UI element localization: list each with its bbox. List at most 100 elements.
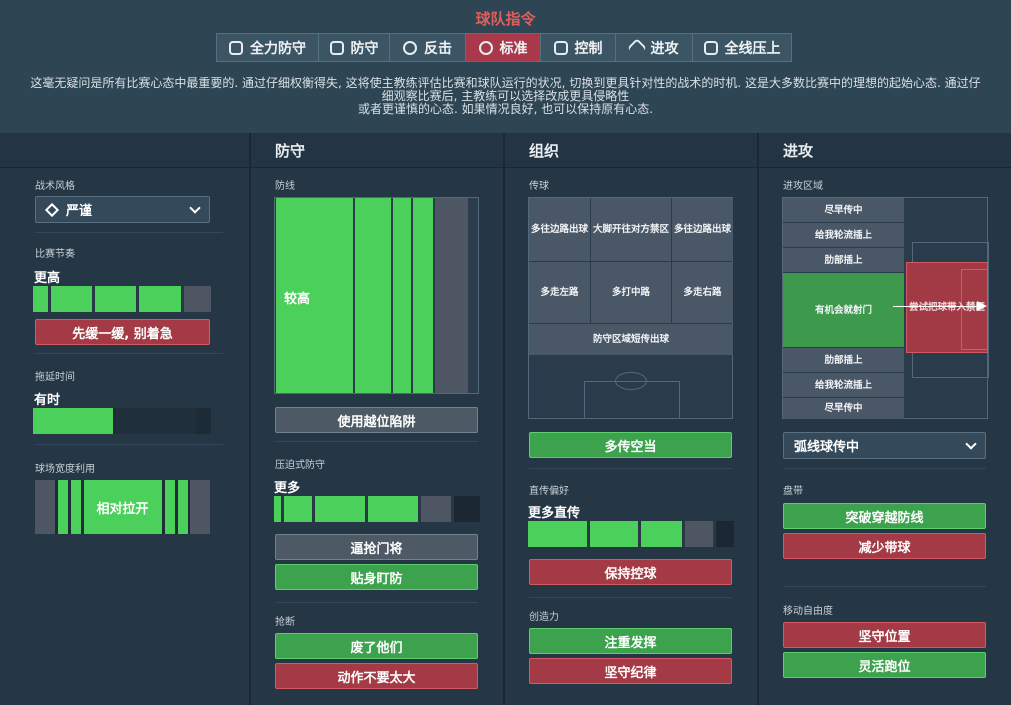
tempo-button[interactable]: 先缓一缓, 别着急 <box>35 319 210 345</box>
offside-trap-button[interactable]: 使用越位陷阱 <box>275 407 478 433</box>
control-icon <box>553 40 568 55</box>
mode-very-defensive[interactable]: 全力防守 <box>217 34 319 61</box>
play-through-defence-button[interactable]: 突破穿越防线 <box>783 503 986 529</box>
pressing-value: 更多 <box>274 481 301 496</box>
defensive-line-label: 防线 <box>275 181 295 192</box>
creativity-label: 创造力 <box>529 612 559 623</box>
defensive-line-pitch[interactable]: 较高 <box>274 197 479 394</box>
mode-defensive[interactable]: 防守 <box>319 34 390 61</box>
attack-header: 进攻 <box>759 133 1011 168</box>
mode-counter[interactable]: 反击 <box>390 34 466 61</box>
pass-into-space-button[interactable]: 多传空当 <box>529 432 732 458</box>
divider <box>35 232 223 233</box>
divider <box>783 586 986 587</box>
attack-zone-label: 进攻区域 <box>783 181 823 192</box>
freedom-label: 移动自由度 <box>783 606 833 617</box>
passing-pitch[interactable]: 多往边路出球 大脚开往对方禁区 多往边路出球 多走左路 多打中路 多走右路 防守… <box>528 197 733 419</box>
diamond-icon <box>44 202 60 218</box>
tempo-label: 比赛节奏 <box>35 249 75 260</box>
counter-icon <box>403 40 417 55</box>
chevron-down-icon <box>189 202 201 214</box>
chevron-down-icon <box>965 438 977 450</box>
press-keeper-button[interactable]: 逼抢门将 <box>275 534 478 560</box>
mode-very-attacking[interactable]: 全线压上 <box>693 34 791 61</box>
retain-possession-button[interactable]: 保持控球 <box>529 559 732 585</box>
passing-zone-short-distribution[interactable]: 防守区域短传出球 <box>529 324 733 355</box>
divider <box>529 468 732 469</box>
passing-zone-left[interactable]: 多走左路 <box>529 262 590 323</box>
divider <box>35 444 223 445</box>
overload-icon <box>703 40 718 55</box>
divider <box>35 353 223 354</box>
passing-zone-right[interactable]: 多走右路 <box>672 262 733 323</box>
attack-zone-right-overlap[interactable]: 给我轮流插上 <box>783 373 904 397</box>
width-label: 球场宽度利用 <box>35 464 95 475</box>
defensive-line-value: 较高 <box>284 292 311 307</box>
divider <box>275 602 478 603</box>
timewasting-label: 拖延时间 <box>35 372 75 383</box>
attack-zone-left-halfspace[interactable]: 肋部插上 <box>783 248 904 272</box>
defence-header: 防守 <box>251 133 503 168</box>
attacking-pitch[interactable]: 尽早传中 给我轮流插上 肋部插上 有机会就射门 尝试把球带入禁区 肋部插上 给我… <box>782 197 989 419</box>
pressing-slider[interactable] <box>274 496 480 522</box>
style-label: 战术风格 <box>35 181 75 192</box>
mode-balanced[interactable]: 标准 <box>466 34 541 61</box>
dribbling-label: 盘带 <box>783 486 803 497</box>
width-value: 相对拉开 <box>96 501 149 517</box>
stay-on-feet-button[interactable]: 动作不要太大 <box>275 663 478 689</box>
mode-label: 进攻 <box>650 40 679 57</box>
column-divider <box>503 133 505 705</box>
mode-positive[interactable]: 控制 <box>541 34 616 61</box>
cross-type-value: 弧线球传中 <box>794 440 860 455</box>
mode-label: 全线压上 <box>724 40 781 57</box>
passing-zone-left-wide[interactable]: 多往边路出球 <box>529 198 590 261</box>
buildup-header: 组织 <box>505 133 757 168</box>
attack-zone-left-cross[interactable]: 尽早传中 <box>783 198 904 222</box>
mode-label: 反击 <box>424 40 452 57</box>
shield-wing-icon <box>229 40 243 55</box>
directness-slider[interactable] <box>528 521 734 547</box>
hold-position-button[interactable]: 坚守位置 <box>783 622 986 648</box>
divider <box>529 597 732 598</box>
page-title: 球队指令 <box>475 10 536 28</box>
timewasting-slider[interactable] <box>33 408 211 434</box>
attack-zone-right-halfspace[interactable]: 肋部插上 <box>783 348 904 372</box>
instructions-header: 球队指令 全力防守 防守 反击 标准 控制 进攻 全线压上 这毫无疑问是所有比赛… <box>0 0 1011 133</box>
cross-type-dropdown[interactable]: 弧线球传中 <box>783 432 986 459</box>
dribble-less-button[interactable]: 减少带球 <box>783 533 986 559</box>
be-expressive-button[interactable]: 注重发挥 <box>529 628 732 654</box>
tight-marking-button[interactable]: 贴身盯防 <box>275 564 478 590</box>
attack-zone-work-into-box[interactable]: 尝试把球带入禁区 <box>907 300 987 314</box>
width-slider[interactable]: 相对拉开 <box>35 480 210 534</box>
mode-attacking[interactable]: 进攻 <box>616 34 693 61</box>
shield-icon <box>329 40 344 55</box>
timewasting-value: 有时 <box>34 393 61 408</box>
passing-label: 传球 <box>529 181 549 192</box>
divider <box>275 441 478 442</box>
attack-zone-shoot[interactable]: 有机会就射门 <box>783 273 904 347</box>
style-dropdown[interactable]: 严谨 <box>35 196 210 223</box>
attack-zone-left-overlap[interactable]: 给我轮流插上 <box>783 223 904 247</box>
directness-value: 更多直传 <box>528 506 581 521</box>
directness-label: 直传偏好 <box>529 486 569 497</box>
balanced-icon <box>478 40 493 55</box>
passing-zone-centre[interactable]: 多打中路 <box>591 262 671 323</box>
attack-arrow-icon <box>626 37 647 58</box>
roam-button[interactable]: 灵活跑位 <box>783 652 986 678</box>
mentality-description: 这毫无疑问是所有比赛心态中最重要的. 通过仔细权衡得失, 这将使主教练评估比赛和… <box>12 77 999 116</box>
mentality-selector: 全力防守 防守 反击 标准 控制 进攻 全线压上 <box>216 33 792 62</box>
tempo-value: 更高 <box>34 271 61 286</box>
tactics-screen: { "header": { "title": "球队指令", "modes": … <box>0 0 1011 705</box>
attack-zone-right-cross[interactable]: 尽早传中 <box>783 398 904 419</box>
description-line: 或者更谨慎的心态. 如果情况良好, 也可以保持原有心态. <box>357 102 654 116</box>
pressing-label: 压迫式防守 <box>275 460 325 471</box>
column-divider <box>249 133 251 705</box>
get-stuck-in-button[interactable]: 废了他们 <box>275 633 478 659</box>
tempo-slider[interactable] <box>33 286 211 312</box>
column-divider <box>757 133 759 705</box>
mode-label: 标准 <box>499 40 528 57</box>
passing-zone-long-ball[interactable]: 大脚开往对方禁区 <box>591 198 671 261</box>
passing-zone-right-wide[interactable]: 多往边路出球 <box>672 198 733 261</box>
mode-label: 全力防守 <box>250 40 306 57</box>
be-disciplined-button[interactable]: 坚守纪律 <box>529 658 732 684</box>
